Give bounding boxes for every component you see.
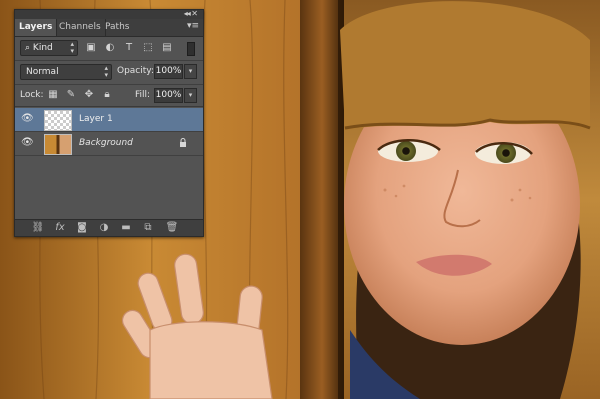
adjustment-icon[interactable]: ◑ (97, 222, 111, 234)
tab-paths[interactable]: Paths (101, 19, 133, 36)
opacity-label: Opacity: (117, 66, 154, 76)
collapse-panel-icon[interactable]: ◂◂ ✕ (184, 9, 198, 19)
panel-menu-icon[interactable]: ▾≡ (187, 21, 199, 31)
dropdown-arrows-icon: ▴ ▾ (70, 40, 74, 55)
lock-label: Lock: (20, 90, 44, 100)
new-layer-icon[interactable]: ⧉ (141, 222, 155, 234)
trash-icon[interactable]: 🗑︎ (165, 222, 179, 234)
dropdown-arrows-icon: ▴ ▾ (104, 64, 108, 79)
fill-slider-button[interactable]: ▾ (184, 88, 197, 103)
opacity-input[interactable]: 100% (154, 64, 183, 79)
panel-header-strip: ◂◂ ✕ (15, 9, 203, 19)
filter-row: ⌕ Kind ▴ ▾ ▣ ◐ T ⬚ ▤ (15, 38, 203, 56)
fill-label: Fill: (135, 90, 151, 100)
layer-name[interactable]: Background (79, 132, 133, 155)
smart-object-filter-icon[interactable]: ▤ (161, 42, 173, 54)
link-icon[interactable]: ⛓ (31, 222, 45, 234)
visibility-eye-icon[interactable]: 👁︎ (21, 114, 34, 124)
panel-tab-bar: Layers Channels Paths ▾≡ (15, 19, 203, 37)
layer-thumbnail-photo (44, 134, 72, 155)
search-icon: ⌕ (25, 43, 31, 53)
opacity-slider-button[interactable]: ▾ (184, 64, 197, 79)
layer-row-background[interactable]: 👁︎ Background (15, 132, 203, 156)
fx-icon[interactable]: fx (53, 222, 67, 234)
layer-thumbnail-transparent (44, 110, 72, 131)
layer-row-layer-1[interactable]: 👁︎ Layer 1 (15, 108, 203, 132)
tab-layers[interactable]: Layers (15, 19, 58, 36)
lock-image-pixels-icon[interactable]: ✎ (65, 89, 77, 101)
lock-all-icon[interactable]: 🔒︎ (101, 89, 113, 101)
blend-mode-value: Normal (26, 67, 59, 77)
lock-row: Lock: ▦ ✎ ✥ 🔒︎ Fill: 100% ▾ (15, 84, 203, 103)
layer-lock-icon (180, 138, 186, 147)
lock-transparency-icon[interactable]: ▦ (47, 89, 59, 101)
layer-name[interactable]: Layer 1 (79, 108, 113, 131)
shape-filter-icon[interactable]: ⬚ (142, 42, 154, 54)
visibility-eye-icon[interactable]: 👁︎ (21, 138, 34, 148)
blend-row: Normal ▴ ▾ Opacity: 100% ▾ (15, 60, 203, 80)
panel-bottom-toolbar: ⛓ fx ◙ ◑ ▬ ⧉ 🗑︎ (15, 219, 203, 236)
layers-list: 👁︎ Layer 1 👁︎ Background (15, 106, 203, 219)
blend-mode-dropdown[interactable]: Normal ▴ ▾ (20, 64, 112, 80)
lock-position-icon[interactable]: ✥ (83, 89, 95, 101)
folder-icon[interactable]: ▬ (119, 222, 133, 234)
filter-toggle-switch[interactable] (187, 42, 195, 56)
filter-kind-label: Kind (32, 43, 53, 53)
fill-input[interactable]: 100% (154, 88, 183, 103)
image-filter-icon[interactable]: ▣ (85, 42, 97, 54)
type-filter-icon[interactable]: T (123, 42, 135, 54)
mask-icon[interactable]: ◙ (75, 222, 89, 234)
adjustment-filter-icon[interactable]: ◐ (104, 42, 116, 54)
tab-channels[interactable]: Channels (55, 19, 106, 36)
filter-kind-dropdown[interactable]: ⌕ Kind ▴ ▾ (20, 40, 78, 56)
layers-panel: ◂◂ ✕ Layers Channels Paths ▾≡ ⌕ Kind ▴ ▾ … (14, 9, 204, 237)
